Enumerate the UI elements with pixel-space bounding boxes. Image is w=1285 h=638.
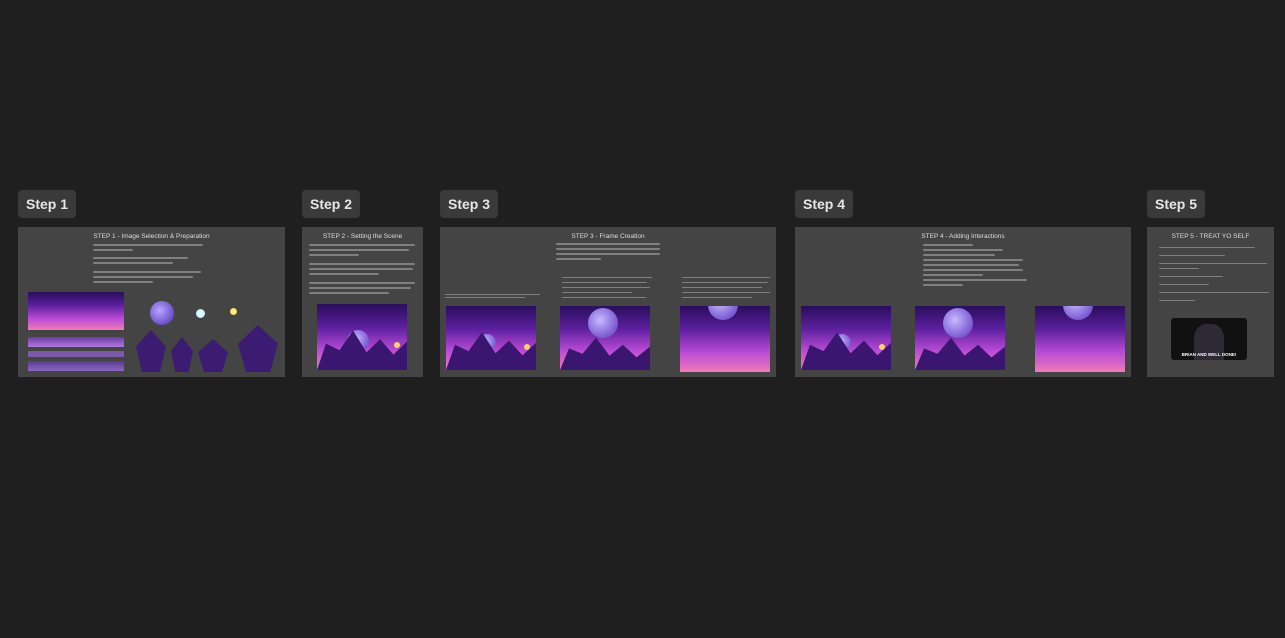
scene-image[interactable] [317,304,407,370]
text-line [445,297,525,298]
frame-title: STEP 1 - Image Selection & Preparation [93,233,210,240]
text-line [923,259,1023,261]
text-line [93,244,203,246]
text-line [1159,292,1269,293]
text-line [1159,300,1195,301]
text-line [1159,247,1255,248]
frame-label-step-2[interactable]: Step 2 [302,190,361,218]
ground-layer-image[interactable] [28,337,124,347]
frame-step-4[interactable]: STEP 4 - Adding Interactions [795,227,1131,377]
moon-image[interactable] [150,301,174,325]
text-line [93,281,153,283]
frame-title: STEP 4 - Adding Interactions [921,233,1005,240]
text-line [309,263,415,265]
text-line [93,271,201,273]
frame-label-step-3[interactable]: Step 3 [440,190,499,218]
text-line [682,297,752,298]
text-line [309,273,379,275]
text-line [309,287,411,289]
text-line [556,243,660,245]
text-line [309,282,415,284]
frame-label-step-1[interactable]: Step 1 [18,190,77,218]
text-line [93,262,173,264]
text-line [445,294,540,295]
text-line [1159,255,1225,256]
text-line [923,269,1023,271]
sky-layer-image[interactable] [28,292,124,330]
text-line [682,287,762,288]
rock-image[interactable] [136,330,166,372]
rock-image [560,337,650,370]
text-line [93,257,188,259]
text-line [923,244,973,246]
text-line [1159,268,1199,269]
moon-image [708,306,738,320]
text-line [309,292,389,294]
frame-title: STEP 5 - TREAT YO SELF [1171,233,1250,240]
celebration-video[interactable]: BRIAN AND WELL DONE! [1171,318,1247,360]
frame-title: STEP 3 - Frame Creation [571,233,645,240]
frame-2-image[interactable] [915,306,1005,370]
moon-image [1063,306,1093,320]
frame-3-image[interactable] [1035,306,1125,372]
text-line [923,264,1019,266]
moon-image [943,308,973,338]
ground-strip-image[interactable] [28,351,124,357]
text-line [93,249,133,251]
text-line [682,277,770,278]
text-line [309,244,415,246]
text-line [556,258,601,260]
frame-title: STEP 2 - Setting the Scene [322,233,403,240]
sun-image [879,344,885,350]
frame-label-step-5[interactable]: Step 5 [1147,190,1206,218]
video-caption: BRIAN AND WELL DONE! [1181,352,1237,357]
text-line [923,274,983,276]
text-line [923,284,963,286]
floor-layer-image[interactable] [28,361,124,371]
text-line [1159,263,1267,264]
frame-label-step-4[interactable]: Step 4 [795,190,854,218]
text-line [562,297,646,298]
text-line [682,282,768,283]
text-line [923,249,1003,251]
frame-step-3[interactable]: STEP 3 - Frame Creation [440,227,776,377]
rock-image[interactable] [198,339,228,372]
rock-image[interactable] [238,325,278,372]
frame-1-image[interactable] [446,306,536,370]
text-line [556,253,660,255]
sun-orb-image[interactable] [230,308,237,315]
moon-image [588,308,618,338]
text-line [309,254,359,256]
rock-image [915,337,1005,370]
text-line [1159,284,1209,285]
sun-image [394,342,400,348]
frame-3-image[interactable] [680,306,770,372]
light-orb-image[interactable] [196,309,205,318]
text-line [562,282,647,283]
frame-1-image[interactable] [801,306,891,370]
frame-step-1[interactable]: STEP 1 - Image Selection & Preparation [18,227,285,377]
text-line [556,248,660,250]
text-line [93,276,193,278]
text-line [562,287,650,288]
frame-2-image[interactable] [560,306,650,370]
text-line [562,292,632,293]
text-line [923,279,1027,281]
text-line [309,249,409,251]
text-line [923,254,995,256]
text-line [682,292,770,293]
frame-step-5[interactable]: STEP 5 - TREAT YO SELF BRIAN AND WELL DO… [1147,227,1274,377]
text-line [309,268,413,270]
rock-image[interactable] [171,337,193,372]
frame-step-2[interactable]: STEP 2 - Setting the Scene [302,227,423,377]
sun-image [524,344,530,350]
text-line [562,277,652,278]
text-line [1159,276,1223,277]
